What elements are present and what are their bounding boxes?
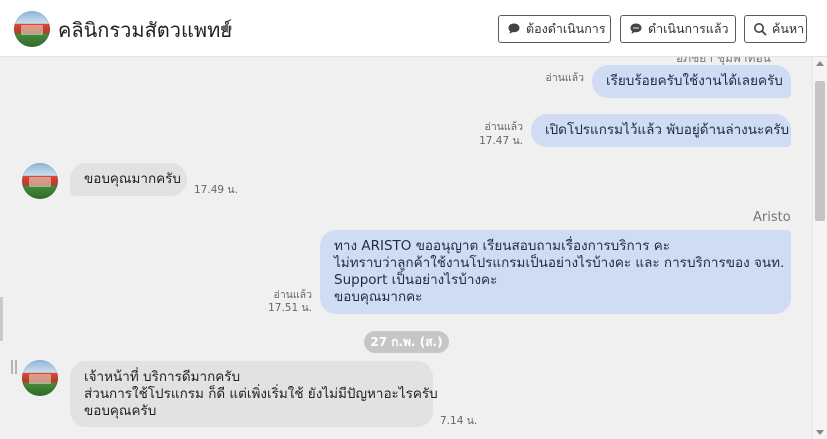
message-time: 17.51 น.	[268, 302, 312, 314]
message-read-status: อ่านแล้ว	[273, 289, 312, 301]
done-button-label: ดำเนินการแล้ว	[648, 21, 729, 36]
contact-avatar[interactable]	[22, 163, 58, 199]
chat-bubble-icon	[630, 23, 642, 34]
scroll-up-arrow[interactable]	[816, 61, 824, 66]
chat-title: คลินิกรวมสัตวแพทย์	[58, 18, 232, 42]
incoming-message[interactable]: เจ้าหน้าที่ บริการดีมากครับ ส่วนการใช้โป…	[70, 361, 438, 427]
message-line: ขอบคุณมากคะ	[334, 289, 423, 305]
chat-area[interactable]: อภิชยา ชุมพาทอน อ่านแล้ว เรียบร้อยครับใช…	[0, 57, 812, 439]
incoming-message[interactable]: ขอบคุณมากครับ	[70, 163, 187, 196]
message-time: 17.47 น.	[479, 135, 523, 147]
message-time: 17.49 น.	[194, 184, 238, 196]
chat-avatar[interactable]	[14, 11, 50, 47]
date-divider: 27 ก.พ. (ส.)	[364, 331, 449, 353]
resize-handle[interactable]	[11, 360, 17, 374]
message-read-status: อ่านแล้ว	[545, 72, 584, 84]
panel-edge	[0, 297, 3, 341]
message-line: ส่วนการใช้โปรแกรม ก็ดี แต่เพิ่งเริ่มใช้ …	[84, 386, 438, 402]
scroll-thumb[interactable]	[815, 81, 825, 221]
message-line: Support เป็นอย่างไรบ้างคะ	[334, 272, 498, 288]
outgoing-message[interactable]: เปิดโปรแกรมไว้แล้ว พับอยู่ด้านล่างนะครับ	[531, 114, 791, 147]
outgoing-message[interactable]: ทาง ARISTO ขออนุญาต เรียนสอบถามเรื่องการ…	[320, 230, 791, 314]
message-line: ไม่ทราบว่าลูกค้าใช้งานโปรแกรมเป็นอย่างไร…	[334, 255, 785, 271]
pending-button-label: ต้องดำเนินการ	[526, 21, 606, 36]
search-icon	[754, 23, 767, 36]
outgoing-message[interactable]: เรียบร้อยครับใช้งานได้เลยครับ	[592, 65, 791, 98]
message-sender-name: Aristo	[753, 210, 791, 225]
message-line: ขอบคุณครับ	[84, 403, 157, 419]
message-time: 7.14 น.	[440, 415, 478, 427]
contact-avatar[interactable]	[22, 360, 58, 396]
done-button[interactable]: ดำเนินการแล้ว	[620, 15, 736, 43]
search-button[interactable]: ค้นหา	[744, 15, 807, 43]
chat-scrollbar[interactable]	[812, 57, 827, 439]
chat-header: คลินิกรวมสัตวแพทย์ ต้องดำเนินการ ดำเนินก…	[0, 0, 827, 57]
search-button-label: ค้นหา	[772, 21, 805, 36]
speech-bubble-icon	[508, 23, 520, 34]
scroll-down-arrow[interactable]	[816, 430, 824, 435]
message-read-status: อ่านแล้ว	[484, 121, 523, 133]
message-line: ทาง ARISTO ขออนุญาต เรียนสอบถามเรื่องการ…	[334, 238, 671, 254]
speaker-icon[interactable]	[220, 21, 234, 35]
pending-button[interactable]: ต้องดำเนินการ	[498, 15, 611, 43]
message-line: เจ้าหน้าที่ บริการดีมากครับ	[84, 369, 241, 385]
